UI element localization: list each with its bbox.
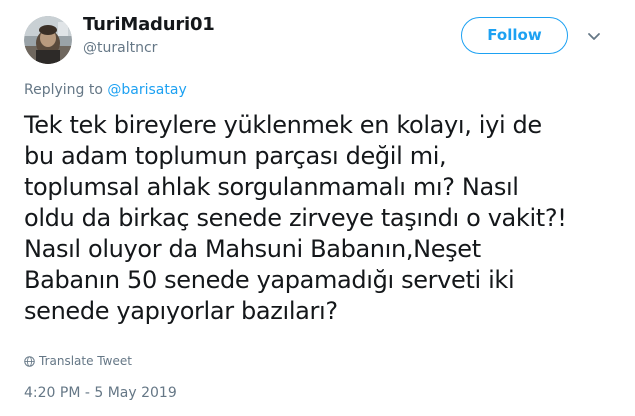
globe-icon [24,355,35,367]
tweet-text: Tek tek bireylere yüklenmek en kolayı, i… [24,110,624,327]
follow-button[interactable]: Follow [461,17,568,54]
avatar[interactable] [24,16,72,64]
replying-to: Replying to @barisatay [24,82,187,98]
translate-tweet-link[interactable]: Translate Tweet [24,354,132,368]
tweet-line: Nasıl oluyor da Mahsuni Babanın,Neşet [24,235,481,263]
chevron-down-icon[interactable] [585,27,603,45]
tweet-line: oldu da birkaç senede zirveye taşındı o … [24,204,567,232]
tweet-line: toplumsal ahlak sorgulanmamalı mı? Nasıl [24,173,519,201]
tweet-line: bu adam toplumun parçası değil mi, [24,142,447,170]
reply-mention-link[interactable]: @barisatay [107,82,186,98]
tweet-line: senede yapıyorlar bazıları? [24,297,338,325]
display-name[interactable]: TuriMaduri01 [83,14,215,35]
avatar-image [24,16,72,64]
replying-to-prefix: Replying to [24,82,108,98]
tweet-timestamp[interactable]: 4:20 PM - 5 May 2019 [24,385,177,401]
user-handle[interactable]: @turaltncr [83,40,157,56]
tweet-line: Babanın 50 senede yapamadığı serveti iki [24,266,515,294]
tweet-line: Tek tek bireylere yüklenmek en kolayı, i… [24,111,542,139]
translate-tweet-label: Translate Tweet [39,354,132,368]
